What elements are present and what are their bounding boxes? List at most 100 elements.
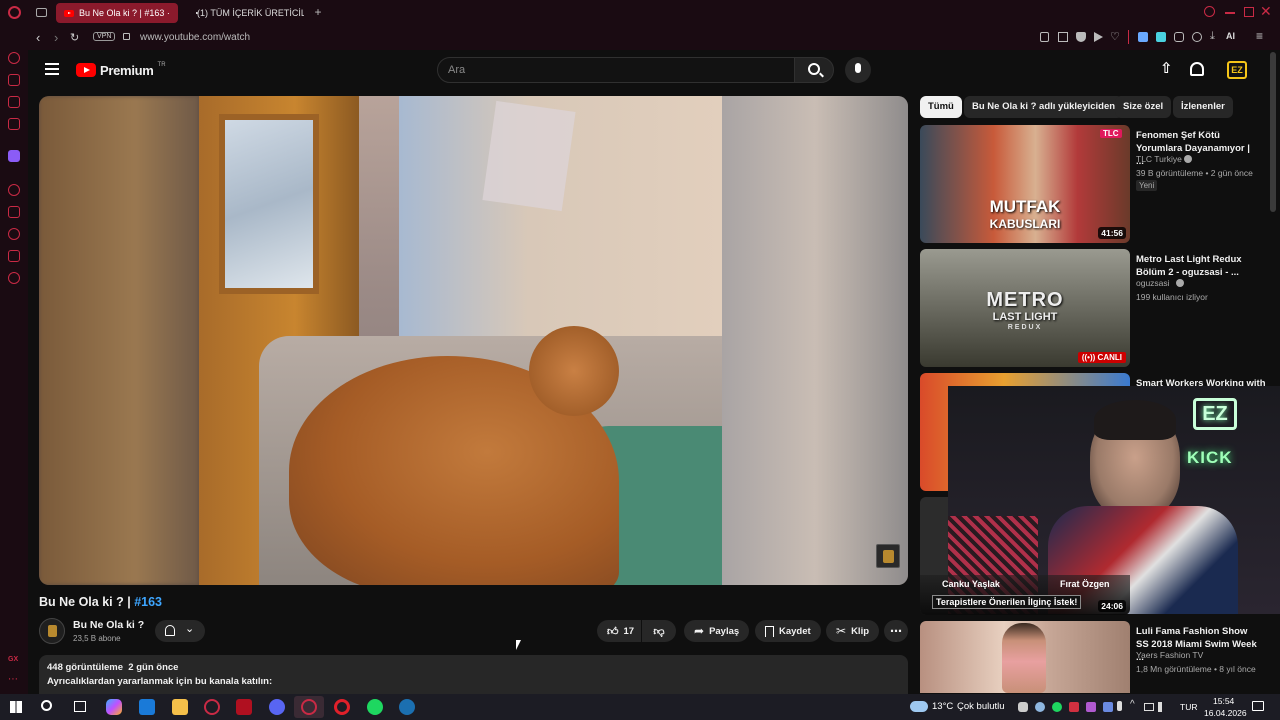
app-tray-icon-2[interactable] (1103, 702, 1113, 712)
url-field[interactable]: www.youtube.com/watch (140, 32, 250, 43)
recorder-icon[interactable] (236, 699, 252, 715)
network-icon[interactable] (1144, 703, 1154, 711)
video-thumbnail[interactable] (920, 621, 1130, 693)
volume-icon[interactable] (1158, 702, 1166, 712)
copilot-icon[interactable] (106, 699, 122, 715)
more-actions-button[interactable]: ⋯ (884, 620, 908, 642)
file-explorer-icon[interactable] (172, 699, 188, 715)
menu-icon[interactable]: ≡ (1256, 29, 1263, 43)
hamburger-menu-icon[interactable] (45, 63, 59, 75)
opera-tray-icon[interactable] (1069, 702, 1079, 712)
close-window-button[interactable]: ✕ (1260, 3, 1274, 19)
chip-all[interactable]: Tümü (920, 96, 962, 118)
tab-switcher-icon[interactable] (36, 8, 47, 17)
search-button[interactable] (794, 57, 834, 83)
puzzle-icon[interactable] (1174, 32, 1184, 42)
video-thumbnail[interactable]: TLC MUTFAK KABUSLARI 41:56 (920, 125, 1130, 243)
voice-search-button[interactable] (845, 57, 871, 83)
notification-center-icon[interactable] (1252, 701, 1264, 711)
windows-start-icon[interactable] (10, 701, 22, 713)
youtube-logo[interactable]: Premium TR (76, 62, 166, 78)
recommendation-item[interactable]: METRO LAST LIGHT REDUX ((•)) CANLI Metro… (920, 249, 1270, 369)
discord-tray-icon[interactable] (1018, 702, 1028, 712)
search-input[interactable]: Ara (437, 57, 795, 83)
clock-date[interactable]: 16.04.2026 (1204, 708, 1247, 718)
discord-icon[interactable] (269, 699, 285, 715)
recommendation-channel[interactable]: Yaers Fashion TV (1136, 650, 1203, 660)
vpn-badge[interactable]: VPN (93, 32, 116, 41)
tab-active-video[interactable]: Bu Ne Ola ki ? | #163 · (56, 3, 178, 23)
clip-button[interactable]: ✂ Klip (826, 620, 880, 642)
channel-watermark-icon[interactable] (876, 544, 900, 568)
save-button[interactable]: Kaydet (755, 620, 821, 642)
extensions-icon[interactable] (8, 250, 20, 262)
chip-from-uploader[interactable]: Bu Ne Ola ki ? adlı yükleyiciden (964, 96, 1124, 118)
new-tab-button[interactable]: + (312, 6, 324, 18)
opera-logo-icon[interactable] (8, 6, 21, 19)
heart-icon[interactable]: ♡ (1110, 30, 1120, 43)
speaker-icon[interactable] (1138, 32, 1148, 42)
tab-channel[interactable]: (1) TÜM İÇERİK ÜRETİCİLE (184, 3, 304, 23)
steam-icon[interactable] (399, 699, 415, 715)
task-view-icon[interactable] (74, 701, 86, 712)
translate-icon[interactable] (1156, 32, 1166, 42)
chip-for-you[interactable]: Size özel (1115, 96, 1172, 118)
shield-icon[interactable] (1076, 32, 1086, 42)
recommendation-channel[interactable]: TLC Turkiye (1136, 154, 1182, 164)
forward-icon[interactable]: › (54, 30, 58, 45)
bookmarks-icon[interactable] (8, 206, 20, 218)
recommendation-item[interactable]: Luli Fama Fashion Show SS 2018 Miami Swi… (920, 621, 1270, 693)
more-icon[interactable]: ⋯ (8, 674, 18, 685)
language-indicator[interactable]: TUR (1180, 702, 1197, 712)
twitch-icon[interactable] (8, 150, 20, 162)
opera-icon[interactable] (334, 699, 350, 715)
reload-icon[interactable]: ↻ (70, 31, 79, 44)
play-icon[interactable] (1094, 32, 1103, 42)
dislike-button[interactable]: 👎︎ (642, 620, 676, 642)
video-thumbnail[interactable]: METRO LAST LIGHT REDUX ((•)) CANLI (920, 249, 1130, 367)
chip-watched[interactable]: İzlenenler (1173, 96, 1233, 118)
search-taskbar-icon[interactable] (41, 700, 52, 711)
weather-temp[interactable]: 13°C (932, 701, 953, 712)
gx-icon[interactable]: GX (8, 656, 18, 663)
channel-name[interactable]: Bu Ne Ola ki ? (73, 619, 144, 631)
minimize-button[interactable] (1225, 12, 1235, 14)
page-scrollbar[interactable] (1270, 52, 1276, 212)
snapshot-icon[interactable] (1058, 32, 1068, 42)
app-tray-icon[interactable] (1086, 702, 1096, 712)
aria-icon[interactable] (8, 52, 20, 64)
spotify-tray-icon[interactable] (1052, 702, 1062, 712)
weather-desc[interactable]: Çok bulutlu (957, 701, 1005, 712)
notifications-bell-icon[interactable] (1190, 62, 1204, 76)
hashtag-link[interactable]: #163 (134, 595, 162, 609)
mic-tray-icon[interactable] (1117, 701, 1122, 711)
search-tabs-icon[interactable] (1204, 6, 1215, 17)
system-tray-icons[interactable]: ^ (1018, 699, 1166, 713)
spotify-icon[interactable] (367, 699, 383, 715)
chevron-up-icon[interactable]: ^ (1130, 699, 1135, 710)
clock-time[interactable]: 15:54 (1213, 696, 1234, 706)
aria-ai-icon[interactable]: AI (1226, 31, 1235, 41)
messenger-icon[interactable] (8, 96, 20, 108)
settings-icon[interactable] (8, 272, 20, 284)
opera-gx-icon[interactable] (204, 699, 220, 715)
recommendation-item[interactable]: TLC MUTFAK KABUSLARI 41:56 Fenomen Şef K… (920, 125, 1270, 245)
back-icon[interactable]: ‹ (36, 30, 40, 45)
steam-tray-icon[interactable] (1035, 702, 1045, 712)
like-button[interactable]: 👍︎ 17 (597, 620, 641, 642)
download-icon[interactable]: ⤓ (1210, 30, 1215, 43)
easy-setup-icon[interactable] (1192, 32, 1202, 42)
workspaces-icon[interactable] (8, 74, 20, 86)
subscription-bell-button[interactable]: ⌄ (155, 620, 205, 642)
recommendation-channel[interactable]: oguzsasi (1136, 278, 1170, 288)
upload-icon[interactable]: ⇧ (1160, 61, 1173, 78)
opera-gx-active-icon[interactable] (301, 699, 317, 715)
history-icon[interactable] (8, 228, 20, 240)
account-avatar[interactable]: EZ (1227, 61, 1247, 79)
player-icon[interactable] (8, 184, 20, 196)
recommendation-title[interactable]: Metro Last Light Redux Bölüm 2 - oguzsas… (1136, 253, 1260, 279)
pin-icon[interactable] (1040, 32, 1049, 42)
instagram-icon[interactable] (8, 118, 20, 130)
mail-icon[interactable] (139, 699, 155, 715)
description-box[interactable]: 448 görüntüleme 2 gün önce Ayrıcalıklard… (39, 655, 908, 695)
